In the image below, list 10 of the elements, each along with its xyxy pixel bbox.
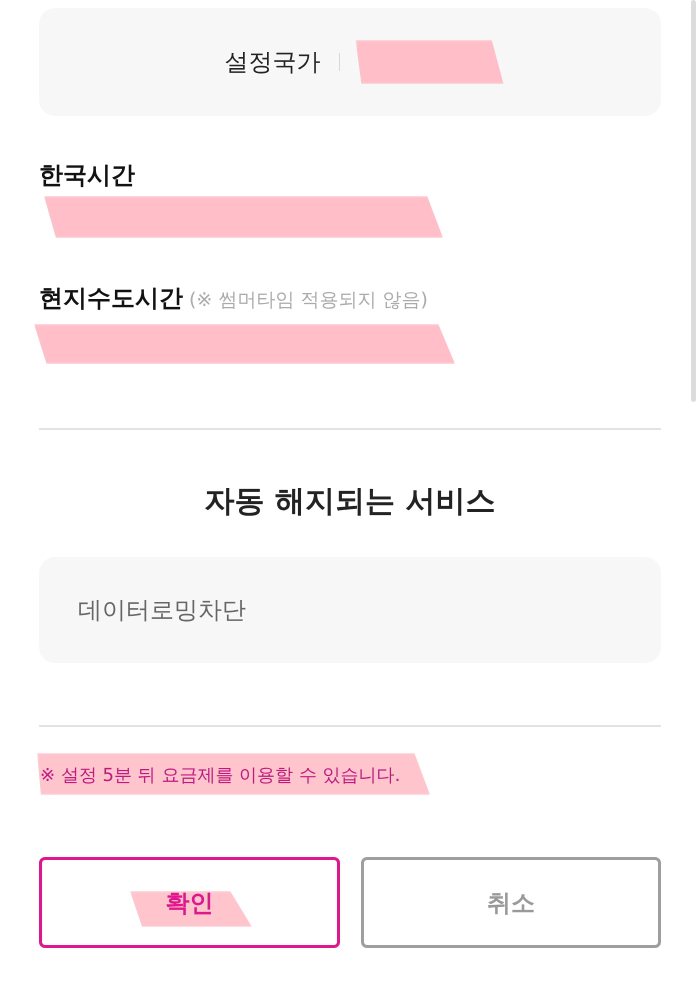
field-label: 한국시간	[39, 160, 135, 191]
confirm-button[interactable]: 확인	[39, 857, 340, 948]
notice-text: ※ 설정 5분 뒤 요금제를 이용할 수 있습니다.	[40, 765, 400, 786]
scrollbar-thumb[interactable]	[691, 0, 696, 402]
cancel-button[interactable]: 취소	[360, 857, 661, 948]
section-title: 자동 해지되는 서비스	[204, 483, 496, 521]
field-note: (※ 썸머타임 적용되지 않음)	[189, 288, 428, 313]
field-label: 현지수도시간	[39, 283, 183, 314]
country-label: 설정국가	[224, 47, 320, 78]
service-name: 데이터로밍차단	[78, 595, 246, 626]
